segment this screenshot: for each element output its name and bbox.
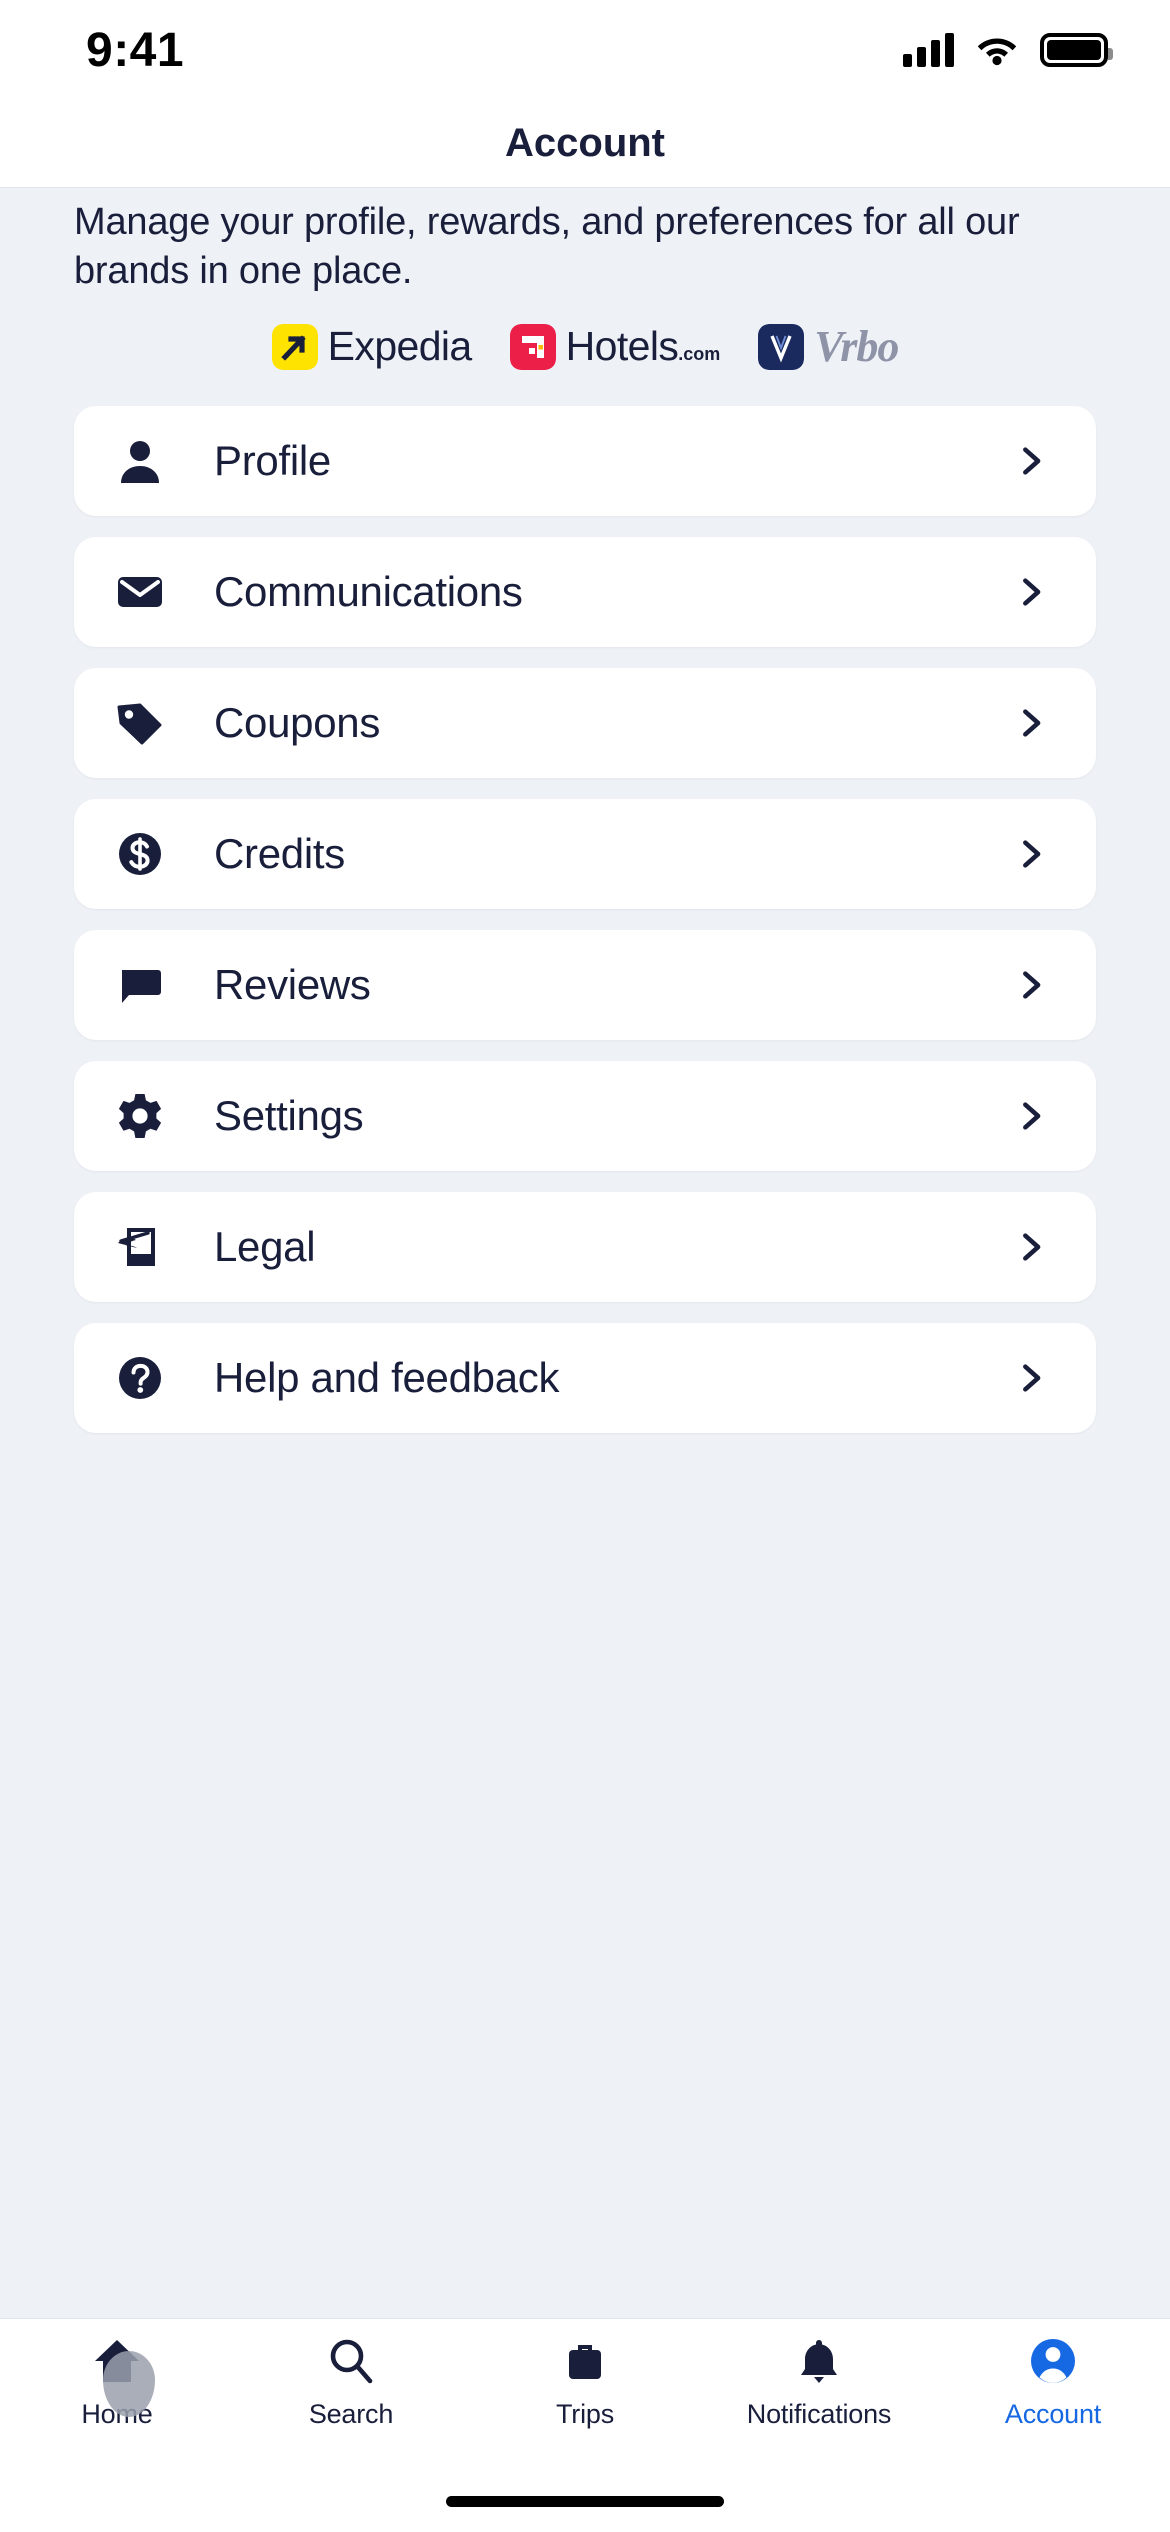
menu-item-coupons[interactable]: Coupons xyxy=(74,668,1096,779)
expedia-logo-icon xyxy=(271,323,318,370)
page-title: Account xyxy=(505,121,665,165)
tab-search[interactable]: Search xyxy=(234,2333,468,2430)
status-bar: 9:41 xyxy=(0,0,1170,100)
account-menu-list: Profile Communications Coupons Credits R… xyxy=(74,406,1096,1434)
chevron-right-icon xyxy=(1023,578,1041,606)
menu-item-credits[interactable]: Credits xyxy=(74,799,1096,910)
menu-item-label: Legal xyxy=(214,1223,316,1271)
main-content: Manage your profile, rewards, and prefer… xyxy=(0,188,1170,2318)
menu-item-reviews[interactable]: Reviews xyxy=(74,930,1096,1041)
status-icons xyxy=(903,33,1113,67)
menu-item-label: Settings xyxy=(214,1092,364,1140)
home-icon xyxy=(89,2333,155,2417)
question-circle-icon xyxy=(112,1350,168,1406)
suitcase-icon xyxy=(557,2333,613,2389)
brand-strip: Expedia Hotels.com Vrbo xyxy=(74,295,1096,406)
menu-item-label: Profile xyxy=(214,437,331,485)
brand-hotels-label: Hotels.com xyxy=(565,323,721,370)
home-indicator-area xyxy=(0,2470,1170,2532)
tab-notifications[interactable]: Notifications xyxy=(702,2333,936,2430)
intro-subtitle: Manage your profile, rewards, and prefer… xyxy=(74,201,1020,292)
tab-home[interactable]: Home xyxy=(0,2333,234,2430)
dollar-circle-icon xyxy=(112,826,168,882)
battery-full-icon xyxy=(1040,33,1113,67)
brand-hotels: Hotels.com xyxy=(509,323,721,370)
chevron-right-icon xyxy=(1023,1233,1041,1261)
home-indicator[interactable] xyxy=(446,2495,724,2507)
account-avatar-icon xyxy=(1025,2333,1081,2389)
tab-trips[interactable]: Trips xyxy=(468,2333,702,2430)
document-pen-icon xyxy=(112,1219,168,1275)
account-screen: 9:41 Account Manage your profile, reward… xyxy=(0,0,1170,2532)
menu-item-profile[interactable]: Profile xyxy=(74,406,1096,517)
bottom-tab-bar: Home Search Trips Notifications Account xyxy=(0,2318,1170,2470)
envelope-icon xyxy=(112,564,168,620)
person-icon xyxy=(112,433,168,489)
menu-item-label: Coupons xyxy=(214,699,381,747)
chevron-right-icon xyxy=(1023,709,1041,737)
chevron-right-icon xyxy=(1023,447,1041,475)
menu-item-label: Communications xyxy=(214,568,523,616)
search-icon xyxy=(323,2333,379,2389)
cellular-signal-icon xyxy=(903,33,954,67)
chevron-right-icon xyxy=(1023,971,1041,999)
vrbo-logo-icon xyxy=(758,323,805,370)
status-time: 9:41 xyxy=(86,23,185,77)
menu-item-label: Help and feedback xyxy=(214,1354,560,1402)
brand-vrbo-label: Vrbo xyxy=(814,322,899,372)
menu-item-legal[interactable]: Legal xyxy=(74,1192,1096,1303)
wifi-icon xyxy=(977,38,1017,66)
bell-icon xyxy=(791,2333,847,2389)
nav-header: Account xyxy=(0,100,1170,188)
hotels-logo-icon xyxy=(509,323,556,370)
menu-item-settings[interactable]: Settings xyxy=(74,1061,1096,1172)
chevron-right-icon xyxy=(1023,1102,1041,1130)
tab-label: Notifications xyxy=(746,2399,892,2429)
menu-item-label: Credits xyxy=(214,830,345,878)
brand-expedia-label: Expedia xyxy=(327,323,473,370)
tab-label: Search xyxy=(308,2399,394,2429)
tab-label: Account xyxy=(1004,2399,1102,2429)
speech-bubble-icon xyxy=(112,957,168,1013)
tag-icon xyxy=(112,695,168,751)
gear-icon xyxy=(112,1088,168,1144)
tab-label: Trips xyxy=(556,2399,614,2429)
chevron-right-icon xyxy=(1023,840,1041,868)
brand-vrbo: Vrbo xyxy=(758,321,899,372)
menu-item-help-and-feedback[interactable]: Help and feedback xyxy=(74,1323,1096,1434)
menu-item-label: Reviews xyxy=(214,961,371,1009)
brand-expedia: Expedia xyxy=(271,323,473,370)
tab-account[interactable]: Account xyxy=(936,2333,1170,2430)
menu-item-communications[interactable]: Communications xyxy=(74,537,1096,648)
chevron-right-icon xyxy=(1023,1364,1041,1392)
